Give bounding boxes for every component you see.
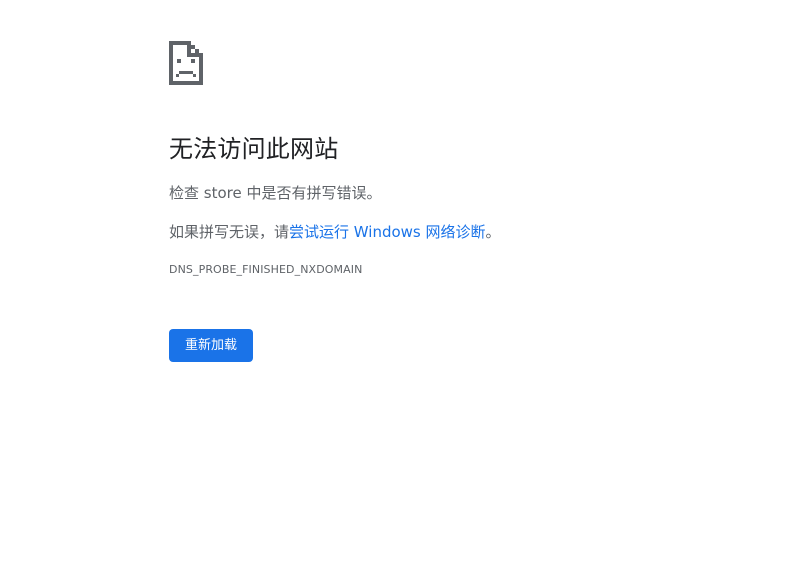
error-page: 无法访问此网站 检查 store 中是否有拼写错误。 如果拼写无误，请尝试运行 … — [0, 0, 801, 572]
sad-page-icon — [169, 41, 203, 85]
network-diagnostics-link[interactable]: 尝试运行 Windows 网络诊断 — [289, 223, 486, 241]
error-suggestion: 如果拼写无误，请尝试运行 Windows 网络诊断。 — [169, 222, 769, 242]
suggestion-suffix: 。 — [485, 223, 501, 241]
summary-suffix: 中是否有拼写错误。 — [241, 184, 382, 202]
error-content: 无法访问此网站 检查 store 中是否有拼写错误。 如果拼写无误，请尝试运行 … — [169, 41, 769, 362]
page-title: 无法访问此网站 — [169, 135, 339, 163]
summary-prefix: 检查 — [169, 184, 204, 202]
error-code: DNS_PROBE_FINISHED_NXDOMAIN — [169, 263, 363, 276]
summary-host: store — [203, 184, 242, 202]
reload-button[interactable]: 重新加载 — [169, 329, 253, 362]
suggestion-prefix: 如果拼写无误，请 — [169, 223, 290, 241]
error-summary: 检查 store 中是否有拼写错误。 — [169, 183, 769, 203]
